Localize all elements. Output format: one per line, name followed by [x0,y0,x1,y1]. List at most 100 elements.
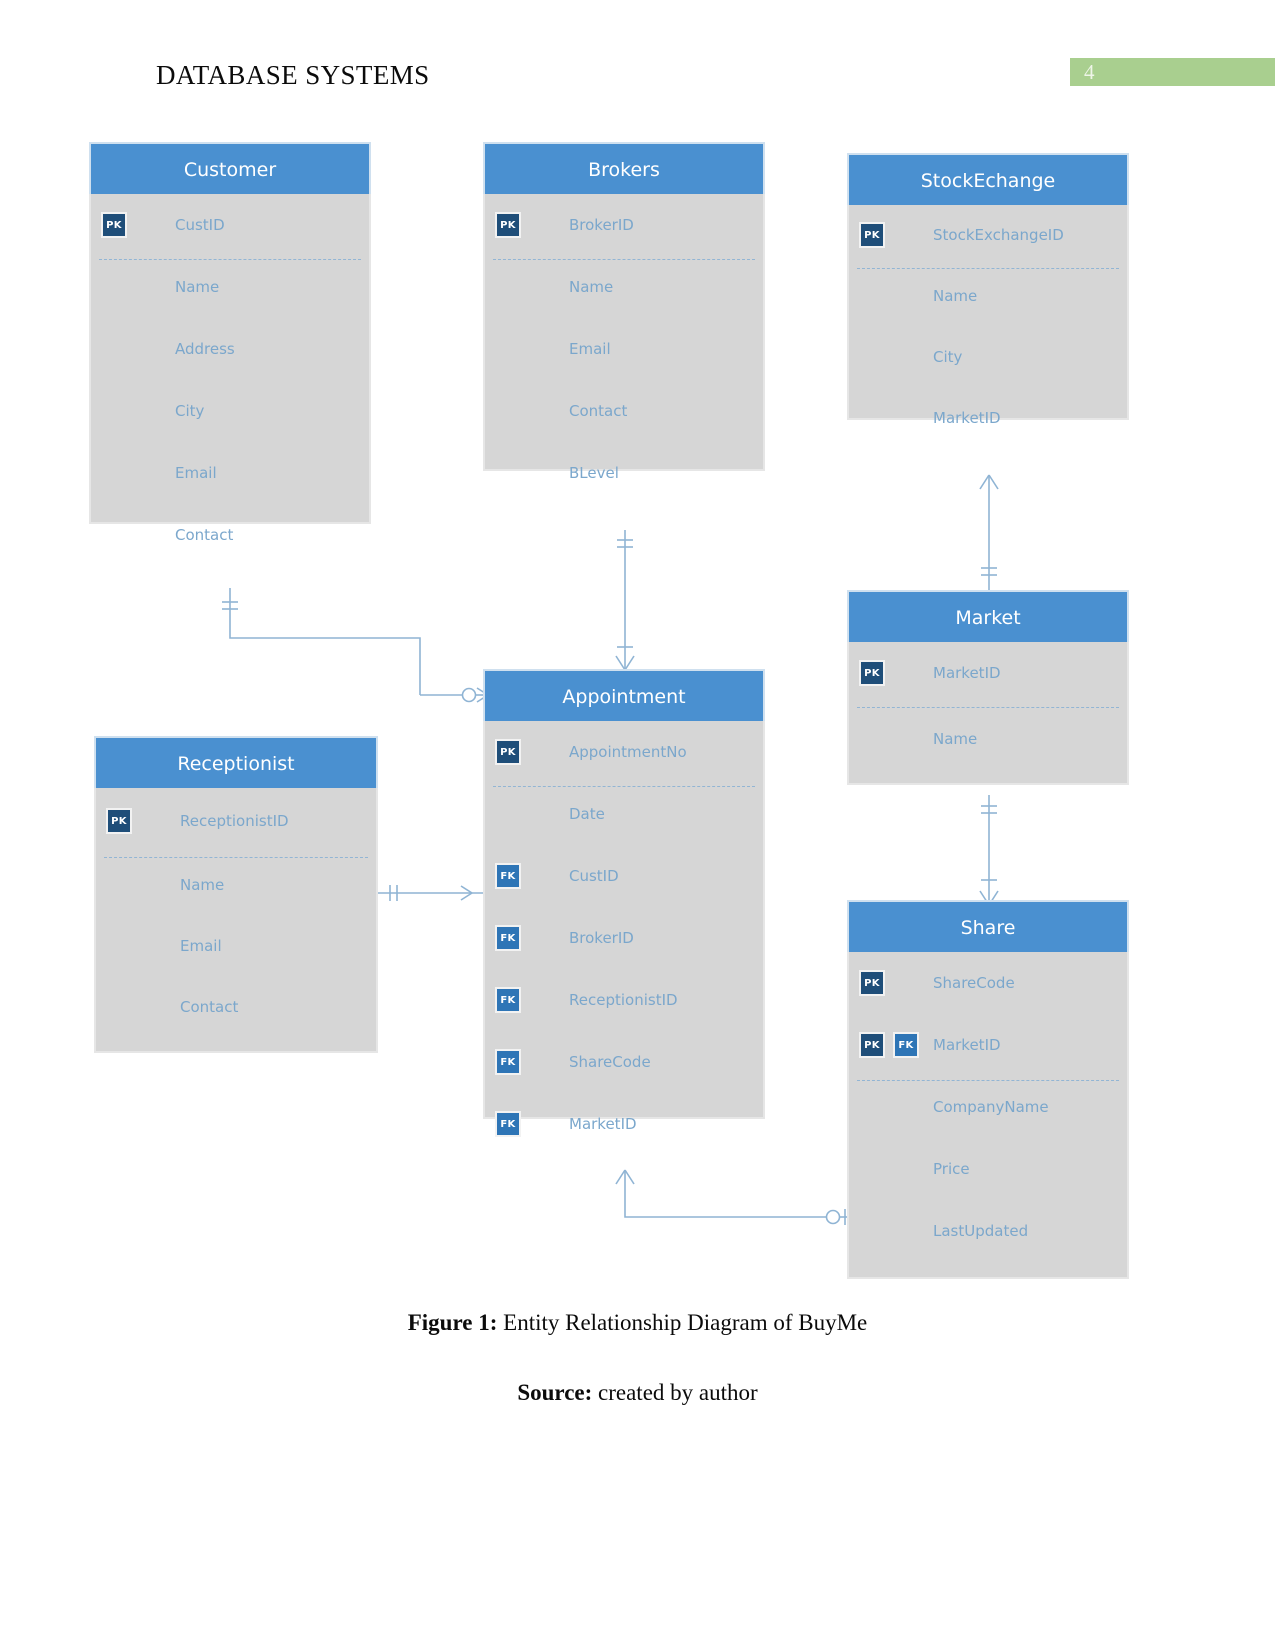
attribute-label: Contact [175,526,234,544]
attribute-label: CustID [175,216,225,234]
attribute-row[interactable]: FK ReceptionistID [485,969,763,1031]
entity-market[interactable]: Market PK MarketID Name [847,590,1129,785]
key-badges: FK [495,987,521,1013]
relationship-customer-appointment [222,588,489,703]
entity-share-header: Share [847,900,1129,952]
attribute-label: BrokerID [569,216,634,234]
figure-caption-label: Figure 1: [407,1310,498,1335]
attribute-row[interactable]: PK BrokerID [485,194,763,256]
attribute-label: Email [569,340,611,358]
attribute-row[interactable]: FK MarketID [485,1093,763,1155]
attribute-row[interactable]: Email [485,318,763,380]
attribute-label: Contact [569,402,628,420]
attribute-row[interactable]: Name [849,704,1127,774]
attribute-row[interactable]: Name [91,256,369,318]
pk-badge: PK [859,222,885,248]
attribute-row[interactable]: PK AppointmentNo [485,721,763,783]
attribute-label: ShareCode [933,974,1015,992]
attribute-row[interactable]: FK CustID [485,845,763,907]
fk-badge: FK [495,1049,521,1075]
attribute-row[interactable]: PK FK MarketID [849,1014,1127,1076]
attribute-row[interactable]: Email [96,915,376,976]
attribute-label: Email [175,464,217,482]
source-caption-text: created by author [592,1380,758,1405]
entity-stockechange-body: PK StockExchangeID Name City MarketID [847,205,1129,427]
attribute-row[interactable]: Contact [485,380,763,442]
pk-badge: PK [101,212,127,238]
entity-share[interactable]: Share PK ShareCode PK FK MarketID Compan… [847,900,1129,1279]
source-caption-label: Source: [517,1380,593,1405]
pk-badge: PK [106,808,132,834]
attribute-row[interactable]: Price [849,1138,1127,1200]
attribute-label: BLevel [569,464,619,482]
document-header: DATABASE SYSTEMS 4 [0,0,1275,120]
attribute-row[interactable]: BLevel [485,442,763,504]
relationship-brokers-appointment [615,530,635,671]
attribute-row[interactable]: Contact [91,504,369,566]
key-badges: PK [859,970,885,996]
entity-appointment-body: PK AppointmentNo Date FK CustID FK Broke… [483,721,765,1137]
attribute-row[interactable]: CompanyName [849,1076,1127,1138]
attribute-row[interactable]: Name [96,854,376,915]
page-number-label: 4 [1084,60,1095,84]
entity-stockechange-title: StockEchange [920,170,1056,192]
attribute-row[interactable]: PK CustID [91,194,369,256]
attribute-row[interactable]: LastUpdated [849,1200,1127,1262]
document-page: DATABASE SYSTEMS 4 Customer PK CustID Na… [0,0,1275,1651]
attribute-label: Price [933,1160,970,1178]
entity-share-title: Share [960,917,1016,939]
entity-customer-body: PK CustID Name Address City Email Contac… [89,194,371,544]
key-badges: PK [495,739,521,765]
entity-stockechange[interactable]: StockEchange PK StockExchangeID Name Cit… [847,153,1129,427]
key-badges: FK [495,1111,521,1137]
figure-caption-text: Entity Relationship Diagram of BuyMe [497,1310,868,1335]
entity-share-body: PK ShareCode PK FK MarketID CompanyName [847,952,1129,1279]
entity-brokers[interactable]: Brokers PK BrokerID Name Email Contact B… [483,142,765,482]
attribute-row[interactable]: MarketID [849,387,1127,448]
key-badges: PK [859,222,885,248]
attribute-row[interactable]: Date [485,783,763,845]
pk-badge: PK [859,1032,885,1058]
attribute-row[interactable]: Address [91,318,369,380]
attribute-row[interactable]: FK ShareCode [485,1031,763,1093]
attribute-row[interactable]: Name [485,256,763,318]
entity-receptionist-header: Receptionist [94,736,378,788]
attribute-label: CustID [569,867,619,885]
attribute-label: MarketID [933,1036,1001,1054]
attribute-label: Name [933,730,978,748]
attribute-label: MarketID [933,664,1001,682]
pk-badge: PK [859,660,885,686]
pk-badge: PK [859,970,885,996]
attribute-label: MarketID [933,408,1001,427]
entity-receptionist-body: PK ReceptionistID Name Email Contact [94,788,378,1053]
attribute-row[interactable]: PK ReceptionistID [96,788,376,854]
attribute-row[interactable]: PK StockExchangeID [849,205,1127,265]
entity-appointment[interactable]: Appointment PK AppointmentNo Date FK Cus… [483,669,765,1137]
entity-customer-header: Customer [89,142,371,194]
entity-brokers-body: PK BrokerID Name Email Contact BLevel [483,194,765,482]
attribute-label: Contact [180,997,239,1016]
attribute-label: Date [569,805,605,823]
attribute-label: ReceptionistID [569,991,678,1009]
attribute-row[interactable]: Email [91,442,369,504]
entity-brokers-title: Brokers [588,159,660,181]
attribute-row[interactable]: FK BrokerID [485,907,763,969]
attribute-row[interactable]: PK ShareCode [849,952,1127,1014]
attribute-row[interactable]: Name [849,265,1127,326]
attribute-label: MarketID [569,1115,637,1133]
entity-market-header: Market [847,590,1129,642]
relationship-receptionist-appointment [378,885,484,901]
key-badges: PK FK [859,1032,919,1058]
er-diagram: Customer PK CustID Name Address City Ema… [0,120,1275,1290]
attribute-row[interactable]: City [91,380,369,442]
attribute-row[interactable]: PK MarketID [849,642,1127,704]
entity-receptionist-title: Receptionist [177,753,295,775]
entity-receptionist[interactable]: Receptionist PK ReceptionistID Name Emai… [94,736,378,1053]
attribute-row[interactable]: Contact [96,976,376,1037]
fk-badge: FK [893,1032,919,1058]
attribute-row[interactable]: City [849,326,1127,387]
attribute-label: Email [180,936,222,955]
entity-customer[interactable]: Customer PK CustID Name Address City Ema… [89,142,371,544]
figure-caption: Figure 1: Entity Relationship Diagram of… [0,1310,1275,1336]
fk-badge: FK [495,1111,521,1137]
